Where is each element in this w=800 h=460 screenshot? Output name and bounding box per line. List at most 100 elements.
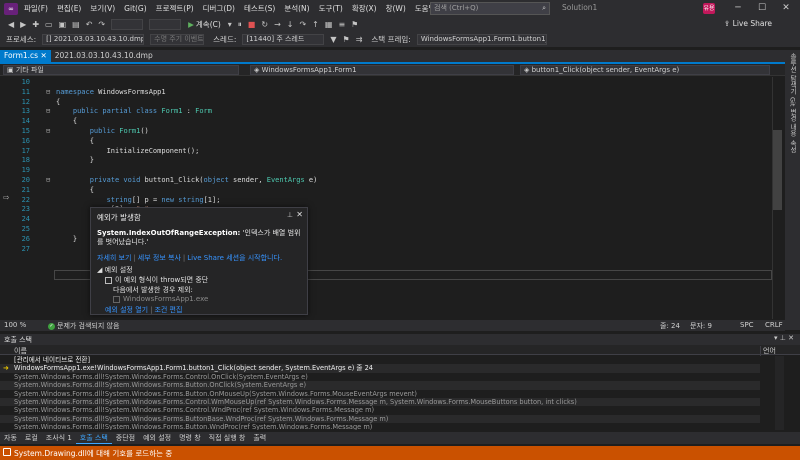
close-tab-icon[interactable]: ✕ bbox=[38, 51, 46, 60]
column-header-name[interactable]: 이름 bbox=[14, 346, 27, 356]
close-icon[interactable]: ✕ bbox=[788, 334, 794, 342]
call-stack-row[interactable]: [관리에서 네이티브로 전환] bbox=[0, 356, 760, 364]
open-icon[interactable]: ▭ bbox=[45, 20, 53, 29]
call-stack-row[interactable]: System.Windows.Forms.dll!System.Windows.… bbox=[0, 423, 760, 430]
process-combo[interactable]: [] 2021.03.03.10.43.10.dmp bbox=[42, 34, 145, 45]
menu-item[interactable]: 확장(X) bbox=[352, 3, 377, 14]
menu-item[interactable]: 보기(V) bbox=[90, 3, 115, 14]
issues-indicator[interactable]: ✓ 문제가 검색되지 않음 bbox=[48, 321, 119, 331]
show-threads-icon[interactable]: ⇉ bbox=[356, 35, 363, 44]
side-panel-tab[interactable]: 솔루션 탐색기 bbox=[788, 53, 798, 94]
start-live-share-link[interactable]: Live Share 세션을 시작합니다. bbox=[187, 254, 282, 262]
break-when-thrown-row[interactable]: 이 예외 형식이 throw되면 중단 bbox=[105, 275, 208, 285]
collapse-icon[interactable]: ⊟ bbox=[46, 107, 50, 117]
avatar[interactable]: 유용 bbox=[703, 3, 715, 14]
live-share-button[interactable]: ⇪ Live Share bbox=[724, 19, 772, 28]
redo-icon[interactable]: ↷ bbox=[98, 20, 105, 29]
solution-config-combo[interactable] bbox=[111, 19, 144, 30]
menu-item[interactable]: 분석(N) bbox=[284, 3, 309, 14]
side-panel-tab[interactable]: 속성 bbox=[788, 140, 798, 153]
hex-display-icon[interactable]: ▦ bbox=[325, 20, 333, 29]
debug-window-tab[interactable]: 명령 창 bbox=[175, 432, 205, 444]
bookmark-icon[interactable]: ⚑ bbox=[351, 20, 358, 29]
step-out-icon[interactable]: ↑ bbox=[312, 20, 319, 29]
collapse-icon[interactable]: ⊟ bbox=[46, 127, 50, 137]
debug-window-tab[interactable]: 예외 설정 bbox=[139, 432, 175, 444]
call-stack-row[interactable]: ➜ WindowsFormsApp1.exe!WindowsFormsApp1.F… bbox=[0, 364, 760, 373]
save-all-icon[interactable]: ▤ bbox=[72, 20, 80, 29]
menu-item[interactable]: 도구(T) bbox=[319, 3, 343, 14]
debug-window-tab[interactable]: 출력 bbox=[249, 432, 270, 444]
debug-window-tab[interactable]: 자동 bbox=[0, 432, 21, 444]
thread-combo[interactable]: [11440] 주 스레드 bbox=[242, 34, 325, 45]
indent-mode[interactable]: SPC bbox=[740, 321, 754, 329]
restart-icon[interactable]: ↻ bbox=[261, 20, 268, 29]
call-stack-row[interactable]: System.Windows.Forms.dll!System.Windows.… bbox=[0, 390, 760, 398]
comment-icon[interactable]: ≡ bbox=[338, 20, 345, 29]
navigate-forward-icon[interactable]: ▶ bbox=[20, 20, 26, 29]
save-icon[interactable]: ▣ bbox=[59, 20, 67, 29]
pin-icon[interactable]: ⊥ bbox=[287, 211, 293, 219]
filter-icon[interactable]: ▼ bbox=[330, 35, 336, 44]
flag-thread-icon[interactable]: ⚑ bbox=[343, 35, 350, 44]
continue-button[interactable]: ▶ 계속(C) bbox=[188, 19, 221, 30]
collapse-icon[interactable]: ⊟ bbox=[46, 88, 50, 98]
menu-item[interactable]: 파일(F) bbox=[24, 3, 48, 14]
menu-item[interactable]: Git(G) bbox=[124, 4, 147, 13]
search-input[interactable]: 검색 (Ctrl+Q) ⌕ bbox=[430, 2, 550, 15]
dropdown-chevron-icon[interactable]: ▾ bbox=[228, 20, 232, 29]
pause-icon[interactable]: ⏸ bbox=[238, 20, 242, 30]
member-combo[interactable]: ◈ button1_Click(object sender, EventArgs… bbox=[520, 65, 770, 75]
dropdown-chevron-icon[interactable]: ▾ bbox=[774, 334, 778, 342]
navigate-back-icon[interactable]: ◀ bbox=[8, 20, 14, 29]
code-text: } bbox=[56, 156, 94, 165]
maximize-icon[interactable]: ☐ bbox=[755, 2, 769, 14]
exception-settings-header[interactable]: ◢ 예외 설정 bbox=[97, 265, 133, 275]
show-next-statement-icon[interactable]: → bbox=[274, 20, 281, 29]
open-exception-settings-link[interactable]: 예외 설정 열기 bbox=[105, 306, 148, 314]
platform-combo[interactable] bbox=[149, 19, 182, 30]
type-combo[interactable]: ◈ WindowsFormsApp1.Form1 bbox=[250, 65, 514, 75]
call-stack-scrollbar[interactable] bbox=[775, 356, 784, 430]
project-combo[interactable]: ▣ 기타 파일 bbox=[3, 65, 239, 75]
menu-item[interactable]: 디버그(D) bbox=[203, 3, 235, 14]
call-stack-row[interactable]: System.Windows.Forms.dll!System.Windows.… bbox=[0, 398, 760, 407]
step-over-icon[interactable]: ↷ bbox=[299, 20, 306, 29]
document-tab[interactable]: 2021.03.03.10.43.10.dmp bbox=[51, 50, 157, 62]
call-stack-row[interactable]: System.Windows.Forms.dll!System.Windows.… bbox=[0, 381, 760, 390]
step-into-icon[interactable]: ↓ bbox=[287, 20, 294, 29]
pin-icon[interactable]: ⊥ bbox=[780, 334, 786, 342]
menu-item[interactable]: 테스트(S) bbox=[244, 3, 275, 14]
debug-window-tab[interactable]: 직접 실행 창 bbox=[205, 432, 250, 444]
scrollbar-thumb[interactable] bbox=[773, 130, 782, 210]
debug-window-tab[interactable]: 중단점 bbox=[112, 432, 139, 444]
minimize-icon[interactable]: ─ bbox=[731, 2, 745, 14]
zoom-level[interactable]: 100 % bbox=[4, 321, 26, 329]
debug-window-tab[interactable]: 조사식 1 bbox=[42, 432, 76, 444]
menu-item[interactable]: 편집(E) bbox=[57, 3, 81, 14]
copy-details-link[interactable]: 세부 정보 복사 bbox=[138, 254, 181, 262]
stop-icon[interactable]: ■ bbox=[248, 20, 256, 29]
break-when-thrown-checkbox[interactable] bbox=[105, 276, 112, 284]
call-stack-row[interactable]: System.Windows.Forms.dll!System.Windows.… bbox=[0, 406, 760, 414]
line-ending[interactable]: CRLF bbox=[765, 321, 783, 329]
side-panel-tab[interactable]: Git 변경 내용 bbox=[788, 97, 798, 137]
code-text: } bbox=[56, 234, 78, 243]
lifecycle-events-combo[interactable]: 수명 주기 이벤트 bbox=[150, 34, 205, 45]
collapse-icon[interactable]: ⊟ bbox=[46, 176, 50, 186]
close-icon[interactable]: ✕ bbox=[779, 2, 793, 14]
close-icon[interactable]: ✕ bbox=[296, 210, 303, 219]
call-stack-row[interactable]: System.Windows.Forms.dll!System.Windows.… bbox=[0, 373, 760, 381]
menu-item[interactable]: 프로젝트(P) bbox=[156, 3, 194, 14]
debug-window-tab[interactable]: 로컬 bbox=[21, 432, 42, 444]
new-item-icon[interactable]: ✚ bbox=[32, 20, 39, 29]
document-tab[interactable]: Form1.cs ✕ bbox=[0, 50, 51, 62]
debug-window-tab[interactable]: 호출 스택 bbox=[75, 432, 112, 444]
undo-icon[interactable]: ↶ bbox=[86, 20, 93, 29]
edit-conditions-link[interactable]: 조건 편집 bbox=[154, 306, 182, 314]
call-stack-row[interactable]: System.Windows.Forms.dll!System.Windows.… bbox=[0, 414, 760, 424]
stack-frame-combo[interactable]: WindowsFormsApp1.Form1.button1_Clic bbox=[416, 34, 547, 45]
menu-item[interactable]: 창(W) bbox=[386, 3, 406, 14]
column-header-language[interactable]: 언어 bbox=[760, 346, 776, 356]
view-details-link[interactable]: 자세히 보기 bbox=[97, 254, 131, 262]
